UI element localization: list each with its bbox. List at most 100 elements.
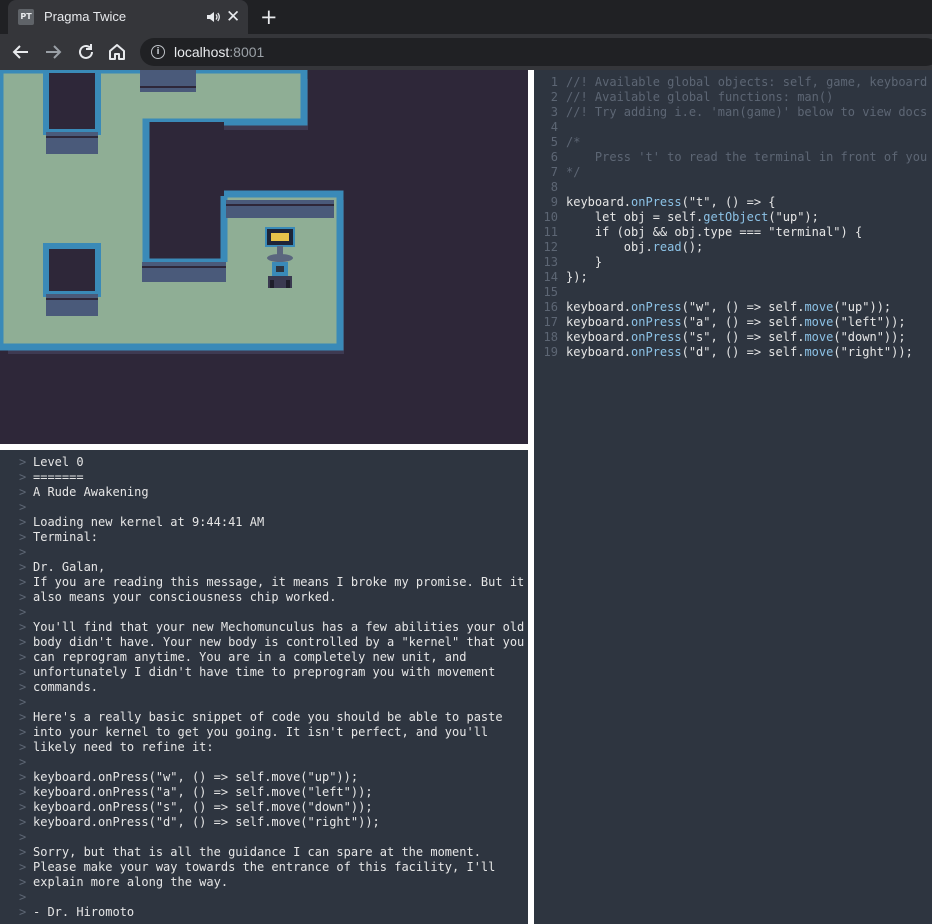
terminal-line: >	[0, 545, 528, 560]
code-token: let obj = self.	[566, 210, 704, 224]
terminal-prompt: >	[19, 590, 27, 604]
code-line[interactable]: 7 */	[534, 165, 932, 180]
line-number: 9	[550, 195, 558, 209]
terminal-prompt: >	[19, 455, 27, 469]
terminal-line: > A Rude Awakening	[0, 485, 528, 500]
pillar-top	[140, 70, 196, 92]
terminal-prompt: >	[19, 650, 27, 664]
terminal-prompt: >	[19, 905, 27, 919]
terminal-prompt: >	[19, 800, 27, 814]
terminal-line-text: likely need to refine it:	[33, 740, 214, 754]
browser-tab[interactable]: PT Pragma Twice ✕	[8, 0, 248, 34]
terminal-prompt: >	[19, 875, 27, 889]
code-line[interactable]: 14});	[534, 270, 932, 285]
line-number: 3	[550, 105, 558, 119]
terminal-line: > Level 0	[0, 455, 528, 470]
terminal-prompt: >	[19, 755, 27, 769]
code-token: keyboard.	[566, 195, 632, 209]
line-number: 15	[543, 285, 558, 299]
speaker-icon[interactable]	[205, 9, 221, 25]
code-token: move	[804, 330, 834, 344]
code-line[interactable]: 13 }	[534, 255, 932, 270]
code-line[interactable]: 11 if (obj && obj.type === "terminal") {	[534, 225, 932, 240]
code-line[interactable]: 5 /*	[534, 135, 932, 150]
terminal-prompt: >	[19, 545, 27, 559]
terminal-line-text: Loading new kernel at 9:44:41 AM	[33, 515, 265, 529]
code-line[interactable]: 19 keyboard.onPress("d", () => self.move(…	[534, 345, 932, 360]
code-text: }	[566, 255, 602, 270]
terminal-line-text: A Rude Awakening	[33, 485, 149, 499]
terminal-line-text: - Dr. Hiromoto	[33, 905, 135, 919]
code-editor[interactable]: 1 //! Available global objects: self, gam…	[534, 70, 932, 924]
terminal-line-text: also means your consciousness chip worke…	[33, 590, 337, 604]
code-token: onPress	[631, 330, 682, 344]
code-line[interactable]: 15	[534, 285, 932, 300]
terminal-line-text: into your kernel to get you going. It is…	[33, 725, 489, 739]
terminal-prompt: >	[19, 575, 27, 589]
code-text: keyboard.onPress("w", () => self.move("u…	[566, 300, 891, 315]
code-line[interactable]: 9 keyboard.onPress("t", () => {	[534, 195, 932, 210]
code-token: move	[804, 300, 834, 314]
terminal-line-text: unfortunately I didn't have time to prep…	[33, 665, 496, 679]
back-arrow-icon[interactable]	[10, 41, 32, 63]
terminal-lines: > Level 0 > ======= > A Rude Awakening > > Loadi…	[0, 450, 528, 920]
code-token: ("t", () => {	[681, 195, 776, 209]
code-token: //! Available global functions: man()	[566, 90, 834, 104]
terminal-line-text: Please make your way towards the entranc…	[33, 860, 496, 874]
code-token: keyboard.	[566, 315, 632, 329]
code-token: getObject	[703, 210, 769, 224]
home-icon[interactable]	[106, 41, 128, 63]
code-text: let obj = self.getObject("up");	[566, 210, 819, 225]
terminal-line: >	[0, 695, 528, 710]
url-text: localhost:8001	[174, 44, 265, 60]
info-icon[interactable]: i	[151, 45, 165, 59]
code-token: read	[652, 240, 682, 254]
reload-icon[interactable]	[75, 41, 97, 63]
terminal-output: > Level 0 > ======= > A Rude Awakening > > Loadi…	[0, 450, 528, 924]
code-line[interactable]: 12 obj.read();	[534, 240, 932, 255]
terminal-prompt: >	[19, 485, 27, 499]
terminal-prompt: >	[19, 725, 27, 739]
terminal-line-text: You'll find that your new Mechomunculus …	[33, 620, 525, 634]
terminal-line: > unfortunately I didn't have time to pre…	[0, 665, 528, 680]
close-tab-icon[interactable]: ✕	[226, 7, 240, 27]
terminal-line: > keyboard.onPress("a", () => self.move("…	[0, 785, 528, 800]
line-number: 19	[543, 345, 558, 359]
terminal-line: > - Dr. Hiromoto	[0, 905, 528, 920]
terminal-line-text: body didn't have. Your new body is contr…	[33, 635, 525, 649]
terminal-line: >	[0, 830, 528, 845]
address-bar[interactable]: i localhost:8001	[140, 38, 932, 66]
terminal-prompt: >	[19, 740, 27, 754]
line-number: 18	[543, 330, 558, 344]
code-line[interactable]: 8	[534, 180, 932, 195]
code-line[interactable]: 16 keyboard.onPress("w", () => self.move(…	[534, 300, 932, 315]
forward-arrow-icon[interactable]	[42, 41, 64, 63]
new-tab-button[interactable]: +	[260, 3, 278, 31]
code-line[interactable]: 10 let obj = self.getObject("up");	[534, 210, 932, 225]
code-line[interactable]: 4	[534, 120, 932, 135]
code-token: ("d", () => self.	[681, 345, 805, 359]
terminal-line: > If you are reading this message, it mea…	[0, 575, 528, 590]
browser-tab-bar: PT Pragma Twice ✕ +	[0, 0, 932, 34]
code-line[interactable]: 3 //! Try adding i.e. 'man(game)' below t…	[534, 105, 932, 120]
terminal-line-text: keyboard.onPress("d", () => self.move("r…	[33, 815, 380, 829]
code-text: //! Try adding i.e. 'man(game)' below to…	[566, 105, 927, 120]
terminal-line: > keyboard.onPress("d", () => self.move("…	[0, 815, 528, 830]
code-line[interactable]: 2 //! Available global functions: man()	[534, 90, 932, 105]
code-line[interactable]: 18 keyboard.onPress("s", () => self.move(…	[534, 330, 932, 345]
terminal-line-text: explain more along the way.	[33, 875, 229, 889]
code-line[interactable]: 6 Press 't' to read the terminal in fron…	[534, 150, 932, 165]
terminal-line: > Here's a really basic snippet of code y…	[0, 710, 528, 725]
code-token: onPress	[631, 300, 682, 314]
code-lines[interactable]: 1 //! Available global objects: self, gam…	[534, 70, 932, 360]
terminal-prompt: >	[19, 815, 27, 829]
terminal-line: > explain more along the way.	[0, 875, 528, 890]
code-text: */	[566, 165, 580, 180]
code-line[interactable]: 1 //! Available global objects: self, gam…	[534, 75, 932, 90]
code-token: onPress	[631, 195, 682, 209]
code-line[interactable]: 17 keyboard.onPress("a", () => self.move(…	[534, 315, 932, 330]
terminal-line: >	[0, 890, 528, 905]
terminal-line: > Please make your way towards the entran…	[0, 860, 528, 875]
game-viewport[interactable]	[0, 70, 528, 444]
terminal-prompt: >	[19, 620, 27, 634]
